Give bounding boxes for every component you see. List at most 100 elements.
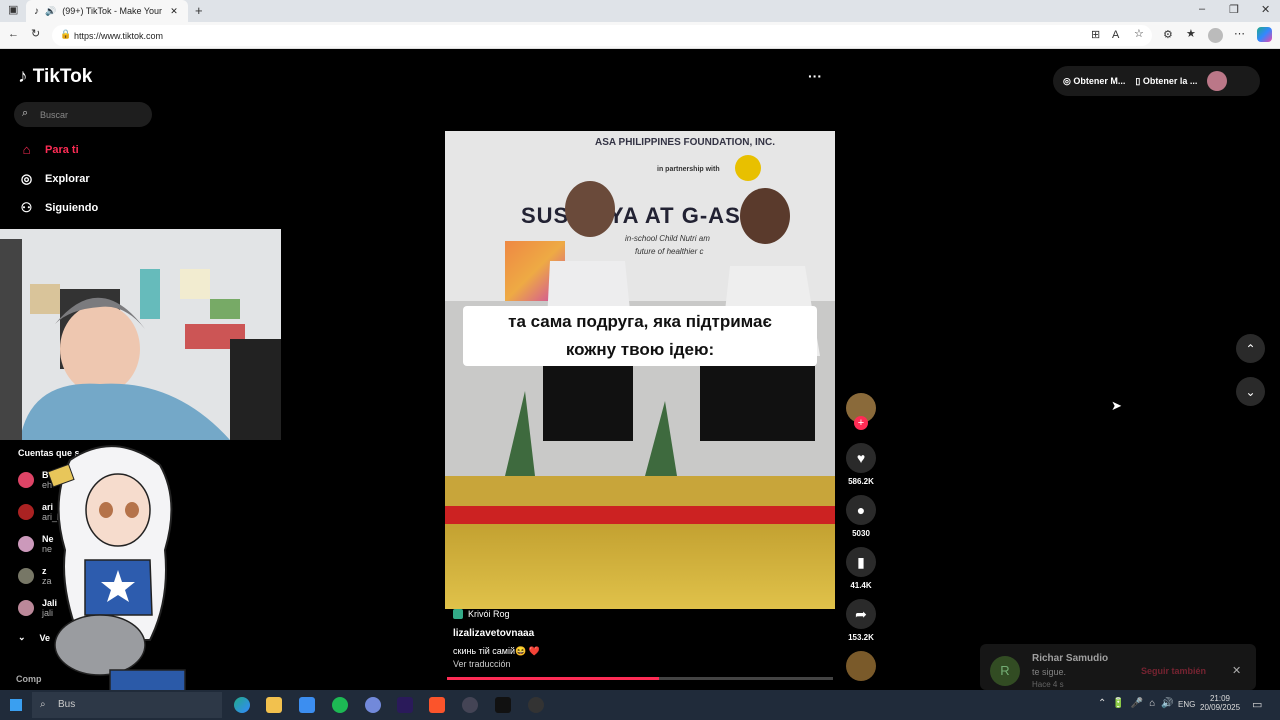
webcam-image	[0, 229, 281, 440]
favorites-icon[interactable]: ★	[1186, 29, 1196, 40]
tab-actions-icon[interactable]: ▣	[8, 5, 18, 16]
coin-icon: ◎	[1063, 75, 1071, 86]
copilot-icon[interactable]	[1257, 27, 1272, 42]
translate-link[interactable]: Ver traducción	[453, 659, 835, 669]
avatar	[18, 536, 34, 552]
nav-explorar[interactable]: ◎ Explorar	[18, 171, 90, 187]
tab-close-icon[interactable]: ✕	[170, 6, 178, 17]
progress-fill	[447, 677, 660, 680]
url-text: https://www.tiktok.com	[74, 30, 164, 41]
like-count: 586.2K	[848, 477, 874, 486]
more-icon[interactable]: ⋯	[1234, 29, 1245, 40]
start-icon[interactable]	[10, 699, 22, 711]
brave-icon[interactable]	[429, 697, 445, 713]
caption-line-1: та сама подруга, яка підтримає	[508, 312, 772, 331]
nav-siguiendo[interactable]: ⚇ Siguiendo	[18, 200, 99, 216]
toast-close-icon[interactable]: ✕	[1232, 664, 1241, 677]
home-icon: ⌂	[22, 142, 31, 157]
window-close-icon[interactable]: ✕	[1261, 5, 1270, 16]
follow-plus-icon[interactable]: +	[854, 416, 868, 430]
notification-icon[interactable]: ▭	[1252, 698, 1262, 711]
discord-icon[interactable]	[365, 697, 381, 713]
share-button[interactable]: ➦ 153.2K	[846, 599, 876, 642]
taskbar-search-text: Bus	[58, 699, 76, 710]
like-button[interactable]: ♥ 586.2K	[846, 443, 876, 486]
vtuber-avatar-image	[47, 445, 186, 693]
minimize-icon[interactable]: –	[1199, 4, 1205, 15]
lock-icon: 🔒	[60, 29, 72, 39]
search-icon: ⌕	[40, 699, 46, 710]
chevron-up-icon: ⌃	[1245, 341, 1256, 356]
follow-back-button[interactable]: Seguir también	[1141, 666, 1206, 676]
avatar	[18, 600, 34, 616]
refresh-icon[interactable]: ↻	[31, 29, 40, 40]
obs-icon[interactable]	[528, 697, 544, 713]
taskbar-search[interactable]: ⌕ Bus	[32, 692, 222, 718]
location-tag[interactable]: Krivói Rog	[453, 609, 835, 619]
nav-para-ti[interactable]: ⌂ Para ti	[18, 142, 79, 157]
profile-icon[interactable]	[1208, 28, 1223, 43]
phone-icon: ▯	[1135, 75, 1141, 86]
username[interactable]: lizalizavetovnaaa	[453, 628, 835, 639]
caption-line-2: кожну твою ідею:	[565, 340, 715, 359]
toast-action: te sigue.	[1032, 667, 1067, 677]
tiktok-logo[interactable]: ♪ TikTok	[18, 66, 92, 88]
footer-partial: Comp	[16, 674, 42, 684]
clock[interactable]: 21:09 20/09/2025	[1200, 694, 1240, 712]
clock-date: 20/09/2025	[1200, 703, 1241, 712]
read-aloud-icon[interactable]: A	[1112, 30, 1119, 41]
location-label: Krivói Rog	[468, 609, 510, 619]
maximize-icon[interactable]: ❐	[1229, 5, 1239, 16]
avatar	[18, 472, 34, 488]
tray-icons[interactable]: ⌃🔋🎤⌂🔊	[1098, 698, 1180, 709]
comment-icon: ●	[846, 495, 876, 525]
app-available-icon[interactable]: ⊞	[1091, 30, 1100, 41]
get-coins-label: Obtener M...	[1073, 75, 1126, 86]
video-caption-overlay: та сама подруга, яка підтримає кожну тво…	[463, 306, 817, 366]
tiktok-note-icon: ♪	[18, 66, 28, 87]
store-icon[interactable]	[299, 697, 315, 713]
premiere-icon[interactable]	[397, 697, 413, 713]
spotify-icon[interactable]	[332, 697, 348, 713]
video-player[interactable]: ASA PHILIPPINES FOUNDATION, INC. in part…	[445, 131, 835, 609]
profile-avatar[interactable]	[1207, 71, 1228, 91]
edge-icon[interactable]	[234, 697, 250, 713]
chevron-down-icon: ⌄	[18, 632, 26, 642]
music-disc[interactable]	[846, 651, 876, 681]
comment-count: 5030	[852, 529, 870, 538]
file-explorer-icon[interactable]	[266, 697, 282, 713]
back-icon[interactable]: ←	[8, 29, 19, 40]
windows-taskbar: ⌕ Bus ⌃🔋🎤⌂🔊 ENG 21:09 20/09/2025 ▭	[0, 690, 1280, 720]
language-indicator[interactable]: ENG	[1178, 700, 1195, 709]
video-progress-bar[interactable]	[447, 677, 833, 680]
get-coins-button[interactable]: ◎ Obtener M...	[1063, 76, 1125, 87]
search-placeholder: Buscar	[40, 109, 69, 120]
speaker-icon[interactable]: 🔊	[45, 6, 56, 17]
get-app-button[interactable]: ▯ Obtener la ...	[1135, 76, 1197, 87]
toast-time: Hace 4 s	[1032, 680, 1064, 689]
app-arrow-icon[interactable]	[462, 697, 478, 713]
address-bar: ← ↻ 🔒 https://www.tiktok.com ⊞ A ☆ ⚙ ★ ⋯	[0, 22, 1280, 49]
compass-icon: ◎	[20, 171, 33, 186]
video-stage	[445, 476, 835, 609]
top-right-actions: ◎ Obtener M... ▯ Obtener la ...	[1053, 66, 1260, 96]
favorite-star-icon[interactable]: ☆	[1134, 29, 1144, 40]
capcut-icon[interactable]	[495, 697, 511, 713]
extensions-icon[interactable]: ⚙	[1163, 30, 1173, 41]
comment-button[interactable]: ● 5030	[846, 495, 876, 538]
share-icon: ➦	[846, 599, 876, 629]
url-input[interactable]: 🔒 https://www.tiktok.com	[52, 25, 1152, 46]
tab-title: (99+) TikTok - Make Your Day	[62, 6, 164, 16]
save-button[interactable]: ▮ 41.4K	[846, 547, 876, 590]
previous-video-button[interactable]: ⌃	[1236, 334, 1265, 363]
search-icon: ⌕	[22, 107, 29, 119]
browser-tab[interactable]: ♪ 🔊 (99+) TikTok - Make Your Day ✕	[26, 0, 188, 22]
search-input[interactable]: ⌕ Buscar	[14, 102, 152, 127]
creator-avatar[interactable]: +	[846, 393, 876, 430]
description: скинь тій самій😆 ❤️	[453, 646, 540, 656]
share-count: 153.2K	[848, 633, 874, 642]
music-disc-icon	[846, 651, 876, 681]
more-options-icon[interactable]: ···	[808, 68, 822, 84]
next-video-button[interactable]: ⌄	[1236, 377, 1265, 406]
new-tab-icon[interactable]: +	[195, 4, 203, 17]
